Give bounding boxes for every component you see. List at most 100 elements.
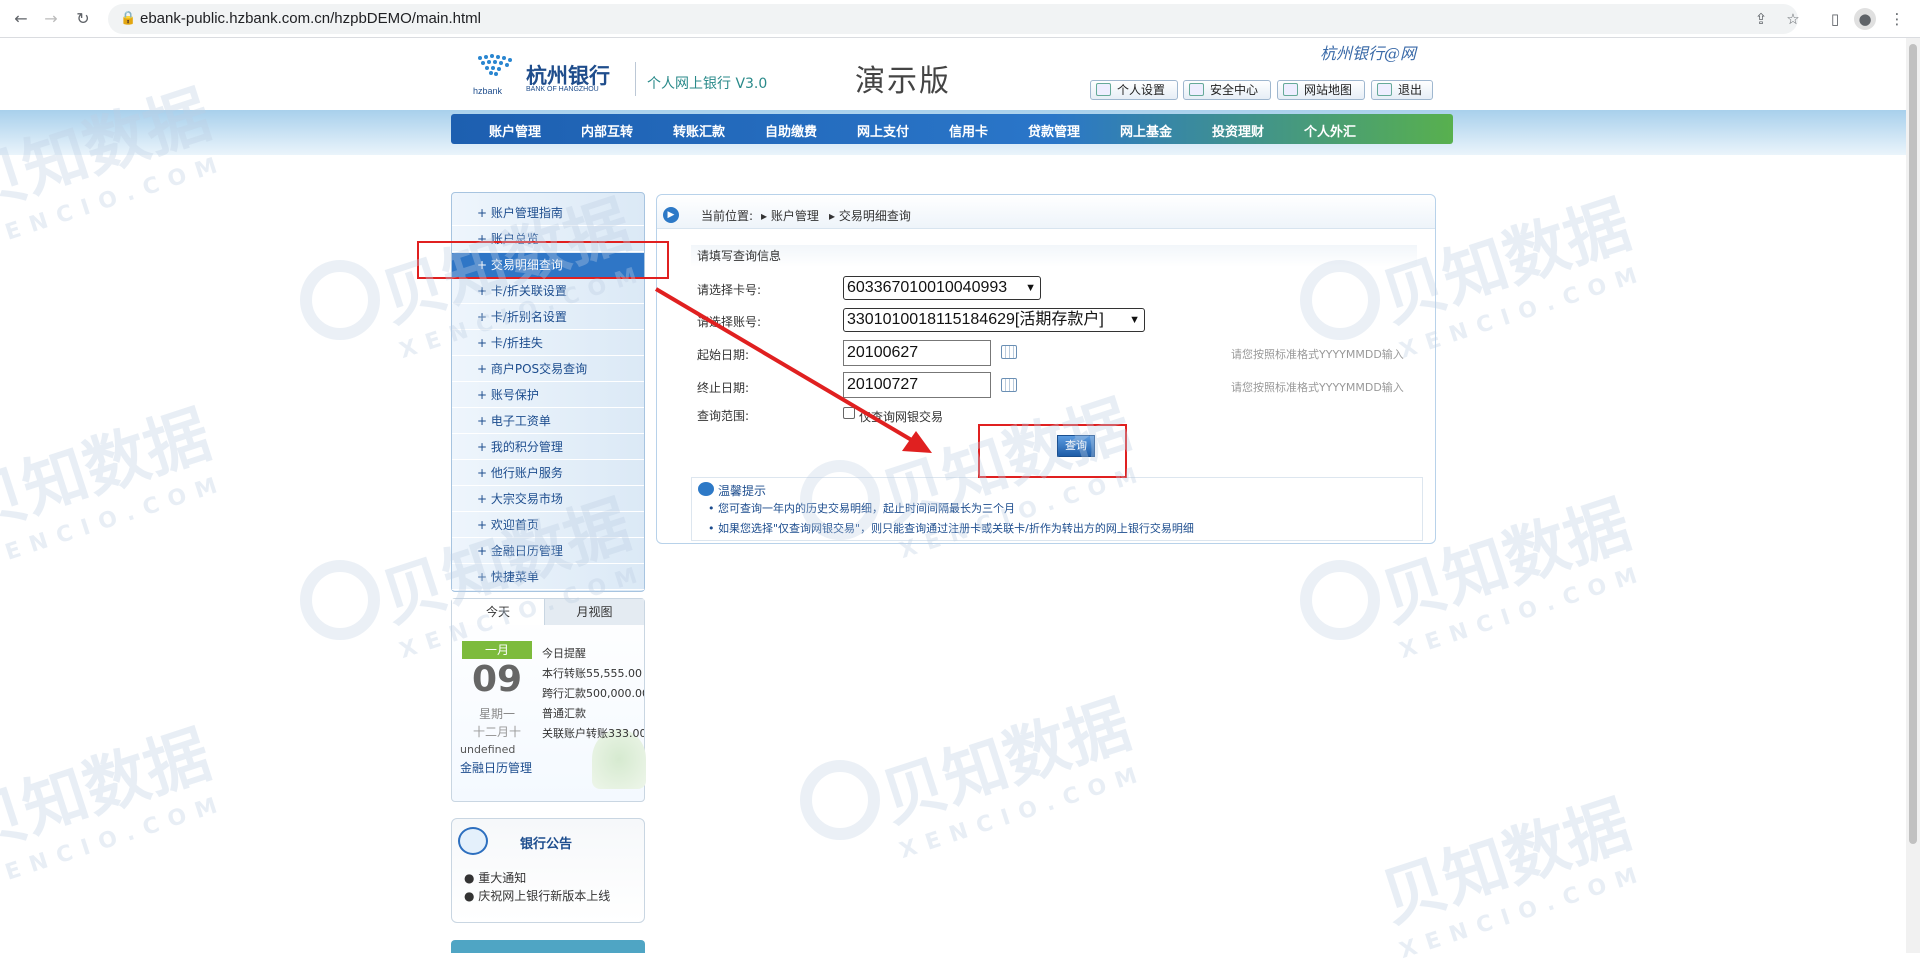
- bank-notice-box: 银行公告 ● 重大通知 ● 庆祝网上银行新版本上线: [451, 818, 645, 923]
- menu-account-management[interactable]: 账户管理: [489, 121, 541, 140]
- sidebar-item-label: 卡/折别名设置: [490, 310, 567, 324]
- tip-item-label: 如果您选择"仅查询网银交易"，则只能查询通过注册卡或关联卡/折作为转出方的网上银…: [718, 522, 1194, 535]
- sidebar-item-bulk-trading[interactable]: + 大宗交易市场: [452, 487, 644, 512]
- annotation-highlight-query: [978, 424, 1127, 478]
- personal-settings-label: 个人设置: [1117, 83, 1166, 97]
- sidebar-item-label: 我的积分管理: [490, 440, 563, 454]
- settings-icon: [1096, 83, 1111, 96]
- watermark-logo-icon: [300, 560, 380, 640]
- reminder-item[interactable]: 普通汇款: [542, 705, 644, 721]
- site-map-label: 网站地图: [1304, 83, 1353, 97]
- header-divider: [635, 62, 636, 96]
- chevron-down-icon: ▼: [1025, 282, 1036, 294]
- watermark-sub: XENCIO.COM: [1396, 860, 1650, 964]
- annotation-highlight-sidebar: [417, 241, 669, 279]
- menu-forex[interactable]: 个人外汇: [1304, 121, 1356, 140]
- reload-icon[interactable]: ↻: [72, 8, 94, 30]
- calendar-icon[interactable]: [1001, 345, 1017, 359]
- personal-settings-button[interactable]: 个人设置: [1090, 80, 1178, 100]
- address-bar[interactable]: 🔒 ebank-public.hzbank.com.cn/hzpbDEMO/ma…: [108, 4, 1798, 34]
- bank-name-en: BANK OF HANGZHOU: [526, 86, 599, 93]
- security-center-button[interactable]: 安全中心: [1183, 80, 1271, 100]
- sidebar-item-home[interactable]: + 欢迎首页: [452, 513, 644, 538]
- sidebar-item-card-link[interactable]: + 卡/折关联设置: [452, 279, 644, 304]
- megaphone-icon: [458, 827, 488, 855]
- map-icon: [1283, 83, 1298, 96]
- calendar-weekday: 星期一: [478, 707, 515, 721]
- breadcrumb-prefix: 当前位置:: [701, 209, 754, 223]
- bookmark-star-icon[interactable]: ☆: [1782, 8, 1804, 30]
- tab-month-view[interactable]: 月视图: [544, 599, 644, 625]
- watermark-logo-icon: [1300, 560, 1380, 640]
- sidebar-item-calendar[interactable]: + 金融日历管理: [452, 539, 644, 564]
- watermark: 贝知数据 XENCIO.COM: [0, 703, 230, 894]
- sidebar-item-card-loss[interactable]: + 卡/折挂失: [452, 331, 644, 356]
- sidebar-item-label: 大宗交易市场: [490, 492, 563, 506]
- sidebar-item-label: 商户POS交易查询: [490, 362, 588, 376]
- menu-online-fund[interactable]: 网上基金: [1120, 121, 1172, 140]
- watermark: 贝知数据 XENCIO.COM: [868, 673, 1150, 864]
- calendar-day: 09: [471, 659, 523, 700]
- page-scrollbar[interactable]: [1906, 38, 1920, 953]
- menu-online-payment[interactable]: 网上支付: [857, 121, 909, 140]
- scrollbar-thumb[interactable]: [1909, 44, 1917, 844]
- calendar-icon[interactable]: [1001, 378, 1017, 392]
- sidebar-item-pos-query[interactable]: + 商户POS交易查询: [452, 357, 644, 382]
- calendar-widget: 今天 月视图 一月 09 星期一 十二月十 今日提醒 本行转账55,555.00…: [451, 598, 646, 802]
- reminder-item[interactable]: 本行转账55,555.00: [542, 665, 644, 681]
- sidebar-item-label: 他行账户服务: [490, 466, 563, 480]
- menu-kebab-icon[interactable]: ⋮: [1886, 8, 1908, 30]
- tab-today[interactable]: 今天: [452, 599, 544, 625]
- forward-icon[interactable]: →: [40, 8, 62, 30]
- watermark-logo-icon: [800, 760, 880, 840]
- logout-label: 退出: [1398, 83, 1423, 97]
- reminder-title: 今日提醒: [542, 647, 586, 660]
- sidebar-item-label: 电子工资单: [490, 414, 551, 428]
- lock-icon[interactable]: 🔒: [120, 11, 136, 26]
- sidebar-toggle-icon[interactable]: ▯: [1824, 8, 1846, 30]
- notice-item-label: 重大通知: [478, 871, 527, 885]
- logout-icon: [1377, 83, 1392, 96]
- url-text[interactable]: ebank-public.hzbank.com.cn/hzpbDEMO/main…: [140, 10, 481, 27]
- back-icon[interactable]: ←: [10, 8, 32, 30]
- reminder-item[interactable]: 关联账户转账333.00: [542, 725, 644, 741]
- logout-button[interactable]: 退出: [1371, 80, 1433, 100]
- tips-title: 温馨提示: [718, 484, 767, 498]
- notice-title: 银行公告: [520, 837, 573, 852]
- breadcrumb-level2[interactable]: ▸ 交易明细查询: [829, 207, 911, 224]
- location-icon: ▶: [663, 207, 679, 223]
- breadcrumb: ▶ 当前位置: ▸ 账户管理 ▸ 交易明细查询: [657, 195, 1435, 229]
- start-date-hint: 请您按照标准格式YYYYMMDD输入: [1231, 348, 1404, 361]
- sidebar-item-account-protection[interactable]: + 账号保护: [452, 383, 644, 408]
- sidebar-item-shortcuts[interactable]: + 快捷菜单: [452, 565, 644, 590]
- reminder-item[interactable]: 跨行汇款500,000.00: [542, 685, 644, 701]
- menu-self-service-payment[interactable]: 自助缴费: [765, 121, 817, 140]
- bank-logo-sub: hzbank: [473, 86, 503, 96]
- notice-item[interactable]: ● 重大通知: [464, 869, 526, 886]
- calendar-lunar-date: 十二月十: [472, 725, 521, 739]
- sidebar-item-guide[interactable]: + 账户管理指南: [452, 201, 644, 226]
- watermark-sub: XENCIO.COM: [0, 790, 230, 895]
- sidebar-item-points[interactable]: + 我的积分管理: [452, 435, 644, 460]
- notice-item[interactable]: ● 庆祝网上银行新版本上线: [464, 887, 610, 904]
- slogan: 杭州银行@网: [1320, 44, 1417, 63]
- tips-box: 温馨提示 • 您可查询一年内的历史交易明细，起止时间间隔最长为三个月 • 如果您…: [691, 477, 1423, 541]
- menu-loan-management[interactable]: 贷款管理: [1028, 121, 1080, 140]
- menu-investment[interactable]: 投资理财: [1212, 121, 1264, 140]
- sidebar-item-label: 快捷菜单: [490, 570, 539, 584]
- watermark-sub: XENCIO.COM: [1396, 560, 1650, 665]
- menu-remittance[interactable]: 转账汇款: [673, 121, 725, 140]
- share-icon[interactable]: ⇪: [1750, 8, 1772, 30]
- watermark-text: 贝知数据: [872, 687, 1140, 838]
- profile-icon[interactable]: ●: [1854, 8, 1876, 30]
- calendar-manage-link[interactable]: 金融日历管理: [460, 759, 532, 776]
- security-center-label: 安全中心: [1210, 83, 1259, 97]
- menu-internal-transfer[interactable]: 内部互转: [581, 121, 633, 140]
- sidebar-item-payslip[interactable]: + 电子工资单: [452, 409, 644, 434]
- tip-item: • 您可查询一年内的历史交易明细，起止时间间隔最长为三个月: [708, 502, 1015, 515]
- menu-credit-card[interactable]: 信用卡: [949, 121, 988, 140]
- site-map-button[interactable]: 网站地图: [1277, 80, 1365, 100]
- breadcrumb-level1[interactable]: ▸ 账户管理: [761, 207, 819, 224]
- sidebar-item-other-bank[interactable]: + 他行账户服务: [452, 461, 644, 486]
- sidebar-item-card-alias[interactable]: + 卡/折别名设置: [452, 305, 644, 330]
